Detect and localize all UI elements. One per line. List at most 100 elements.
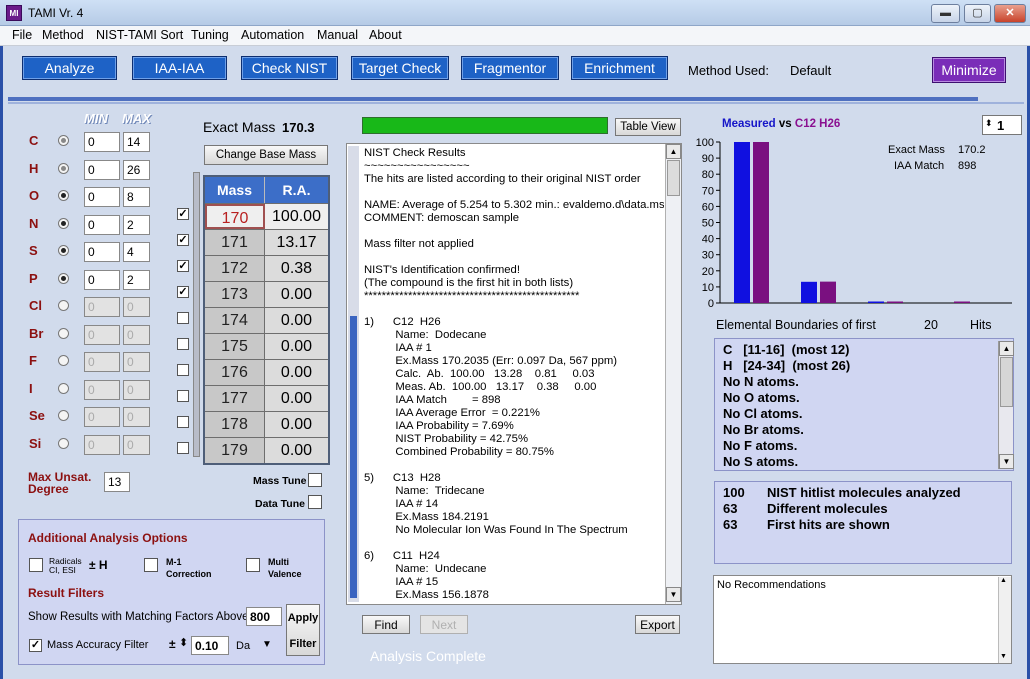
element-max-input-p[interactable]: 2 <box>123 270 150 290</box>
spinner-arrows-icon[interactable]: ⬍ <box>985 118 993 129</box>
element-radio-h[interactable] <box>58 163 69 174</box>
menu-automation[interactable]: Automation <box>241 28 304 42</box>
mass-cell[interactable]: 177 <box>205 386 265 411</box>
element-max-input-o[interactable]: 8 <box>123 187 150 207</box>
rec-scroll-down-icon[interactable]: ▼ <box>1000 653 1007 660</box>
ra-cell[interactable]: 0.00 <box>265 386 328 411</box>
element-min-input-i[interactable]: 0 <box>84 380 120 400</box>
boundaries-scrollbar[interactable]: ▲ ▼ <box>998 341 1014 469</box>
element-min-input-f[interactable]: 0 <box>84 352 120 372</box>
table-view-button[interactable]: Table View <box>615 118 681 136</box>
minimize-window-button[interactable]: ▬ <box>931 4 960 23</box>
element-max-input-cl[interactable]: 0 <box>123 297 150 317</box>
mass-row-checkbox[interactable] <box>177 364 189 376</box>
close-window-button[interactable]: ✕ <box>994 4 1026 23</box>
scroll-down-icon[interactable]: ▼ <box>666 587 681 602</box>
element-min-input-h[interactable]: 0 <box>84 160 120 180</box>
mass-table-row[interactable]: 179 0.00 <box>205 437 328 463</box>
ra-cell[interactable]: 0.00 <box>265 282 328 307</box>
mass-table-row[interactable]: 172 0.38 <box>205 255 328 281</box>
ra-cell[interactable]: 0.00 <box>265 334 328 359</box>
hit-spinner[interactable]: ⬍ 1 <box>982 115 1022 135</box>
element-radio-o[interactable] <box>58 190 69 201</box>
minimize-button[interactable]: Minimize <box>932 57 1006 83</box>
element-min-input-si[interactable]: 0 <box>84 435 120 455</box>
menu-tuning[interactable]: Tuning <box>191 28 229 42</box>
mass-cell[interactable]: 175 <box>205 334 265 359</box>
element-min-input-n[interactable]: 0 <box>84 215 120 235</box>
menu-manual[interactable]: Manual <box>317 28 358 42</box>
find-button[interactable]: Find <box>362 615 410 634</box>
menu-about[interactable]: About <box>369 28 402 42</box>
mass-cell[interactable]: 173 <box>205 282 265 307</box>
boundaries-scroll-up-icon[interactable]: ▲ <box>999 341 1014 356</box>
element-min-input-br[interactable]: 0 <box>84 325 120 345</box>
analyze-button[interactable]: Analyze <box>22 56 117 80</box>
recommendations-scrollbar[interactable]: ▲ ▼ <box>998 577 1011 663</box>
multi-valence-checkbox[interactable] <box>246 558 260 572</box>
element-max-input-h[interactable]: 26 <box>123 160 150 180</box>
ra-cell[interactable]: 13.17 <box>265 230 328 255</box>
menu-nist-tami-sort[interactable]: NIST-TAMI Sort <box>96 28 183 42</box>
element-max-input-c[interactable]: 14 <box>123 132 150 152</box>
mass-cell[interactable]: 174 <box>205 308 265 333</box>
scroll-thumb[interactable] <box>667 160 680 196</box>
change-base-mass-button[interactable]: Change Base Mass <box>204 145 328 165</box>
nist-results-panel[interactable]: NIST Check Results ~~~~~~~~~~~~~~~~ The … <box>346 143 682 605</box>
ra-cell[interactable]: 0.00 <box>265 438 328 463</box>
mass-cell[interactable]: 178 <box>205 412 265 437</box>
mass-tune-checkbox[interactable] <box>308 473 322 487</box>
mass-cell[interactable]: 172 <box>205 256 265 281</box>
iaa-iaa-button[interactable]: IAA-IAA <box>132 56 227 80</box>
title-bar[interactable]: MI TAMI Vr. 4 ▬ ▢ ✕ <box>0 0 1030 26</box>
ra-cell[interactable]: 0.38 <box>265 256 328 281</box>
element-radio-i[interactable] <box>58 383 69 394</box>
mass-table-row[interactable]: 171 13.17 <box>205 229 328 255</box>
mass-cell[interactable]: 171 <box>205 230 265 255</box>
next-button[interactable]: Next <box>420 615 468 634</box>
mass-row-checkbox[interactable]: ✓ <box>177 286 189 298</box>
tolerance-spinner-icon[interactable]: ⬍ <box>179 636 188 649</box>
data-tune-checkbox[interactable] <box>308 495 322 509</box>
mass-cell[interactable]: 176 <box>205 360 265 385</box>
mass-row-checkbox[interactable]: ✓ <box>177 260 189 272</box>
apply-filter-button[interactable]: Apply Filter <box>286 604 320 656</box>
mass-table-scrollbar[interactable] <box>193 172 200 457</box>
element-min-input-o[interactable]: 0 <box>84 187 120 207</box>
target-check-button[interactable]: Target Check <box>351 56 449 80</box>
ra-cell[interactable]: 0.00 <box>265 308 328 333</box>
element-max-input-br[interactable]: 0 <box>123 325 150 345</box>
menu-method[interactable]: Method <box>42 28 84 42</box>
rec-scroll-up-icon[interactable]: ▲ <box>1000 577 1007 584</box>
element-max-input-n[interactable]: 2 <box>123 215 150 235</box>
element-min-input-c[interactable]: 0 <box>84 132 120 152</box>
fragmentor-button[interactable]: Fragmentor <box>461 56 559 80</box>
element-min-input-se[interactable]: 0 <box>84 407 120 427</box>
mass-table-row[interactable]: 178 0.00 <box>205 411 328 437</box>
element-radio-s[interactable] <box>58 245 69 256</box>
mass-cell[interactable]: 179 <box>205 438 265 463</box>
element-radio-se[interactable] <box>58 410 69 421</box>
boundaries-scroll-down-icon[interactable]: ▼ <box>999 454 1014 469</box>
tolerance-input[interactable]: 0.10 <box>191 636 229 655</box>
mass-table-row[interactable]: 176 0.00 <box>205 359 328 385</box>
mass-row-checkbox[interactable] <box>177 442 189 454</box>
ra-cell[interactable]: 0.00 <box>265 360 328 385</box>
element-radio-cl[interactable] <box>58 300 69 311</box>
check-nist-button[interactable]: Check NIST <box>241 56 338 80</box>
m1-correction-checkbox[interactable] <box>144 558 158 572</box>
mass-row-checkbox[interactable] <box>177 416 189 428</box>
element-radio-f[interactable] <box>58 355 69 366</box>
boundaries-scroll-thumb[interactable] <box>1000 357 1013 407</box>
element-max-input-s[interactable]: 4 <box>123 242 150 262</box>
results-scrollbar[interactable]: ▲ ▼ <box>665 144 681 604</box>
element-radio-c[interactable] <box>58 135 69 146</box>
element-min-input-cl[interactable]: 0 <box>84 297 120 317</box>
element-min-input-s[interactable]: 0 <box>84 242 120 262</box>
boundaries-panel[interactable]: C [11-16] (most 12) H [24-34] (most 26) No… <box>714 338 1014 471</box>
element-min-input-p[interactable]: 0 <box>84 270 120 290</box>
element-radio-si[interactable] <box>58 438 69 449</box>
scroll-up-icon[interactable]: ▲ <box>666 144 681 159</box>
ra-cell[interactable]: 100.00 <box>265 204 328 229</box>
mass-row-checkbox[interactable]: ✓ <box>177 234 189 246</box>
